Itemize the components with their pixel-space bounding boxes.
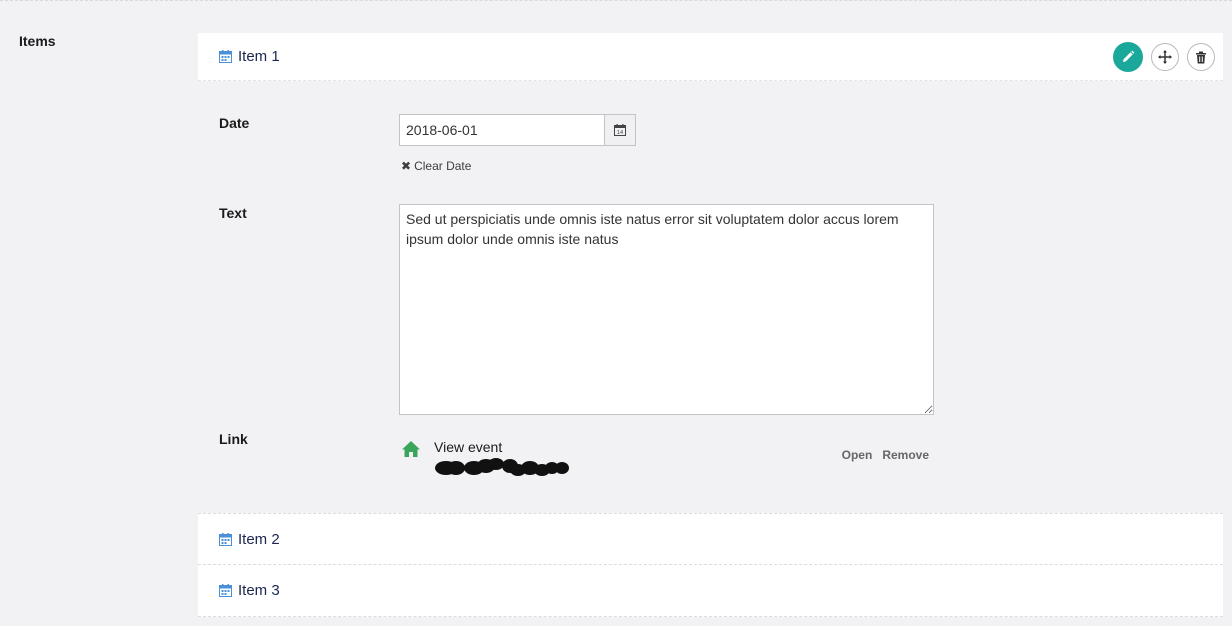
link-actions: Open Remove <box>842 448 929 462</box>
svg-text:14: 14 <box>617 130 623 136</box>
link-label: Link <box>219 431 248 447</box>
page: Items Item 1 Date 2018-06-01 14 ✖ Clear … <box>0 0 1232 626</box>
item-title: Item 2 <box>238 530 280 548</box>
link-url-redacted <box>435 458 569 476</box>
calendar-icon <box>219 50 232 63</box>
open-link-button[interactable]: Open <box>842 448 873 462</box>
close-icon: ✖ <box>401 159 412 173</box>
move-icon <box>1158 50 1172 64</box>
section-label: Items <box>19 33 56 49</box>
link-item: View event Open Remove <box>401 438 931 478</box>
pencil-icon <box>1123 50 1135 62</box>
item-header-2[interactable]: Item 2 <box>198 513 1223 564</box>
item-header-1[interactable]: Item 1 <box>198 33 1223 81</box>
item-header-3[interactable]: Item 3 <box>198 564 1223 617</box>
trash-icon <box>1196 51 1206 63</box>
remove-link-button[interactable]: Remove <box>882 448 929 462</box>
calendar-icon: 14 <box>614 124 626 136</box>
edit-button[interactable] <box>1113 42 1143 72</box>
clear-date-button[interactable]: ✖ Clear Date <box>401 159 471 173</box>
delete-button[interactable] <box>1187 43 1215 71</box>
item-title: Item 3 <box>238 582 280 599</box>
date-picker: 14 <box>399 114 636 146</box>
date-input[interactable] <box>399 114 605 146</box>
date-picker-button[interactable]: 14 <box>605 114 636 146</box>
calendar-icon <box>219 532 232 546</box>
home-icon <box>402 441 420 457</box>
item-title: Item 1 <box>238 48 280 65</box>
item-actions <box>1113 42 1215 72</box>
move-button[interactable] <box>1151 43 1179 71</box>
calendar-icon <box>219 584 232 597</box>
text-label: Text <box>219 205 247 221</box>
clear-date-label: Clear Date <box>414 159 472 173</box>
text-textarea[interactable]: Sed ut perspiciatis unde omnis iste natu… <box>399 204 934 415</box>
date-label: Date <box>219 115 250 131</box>
link-title: View event <box>434 439 503 455</box>
